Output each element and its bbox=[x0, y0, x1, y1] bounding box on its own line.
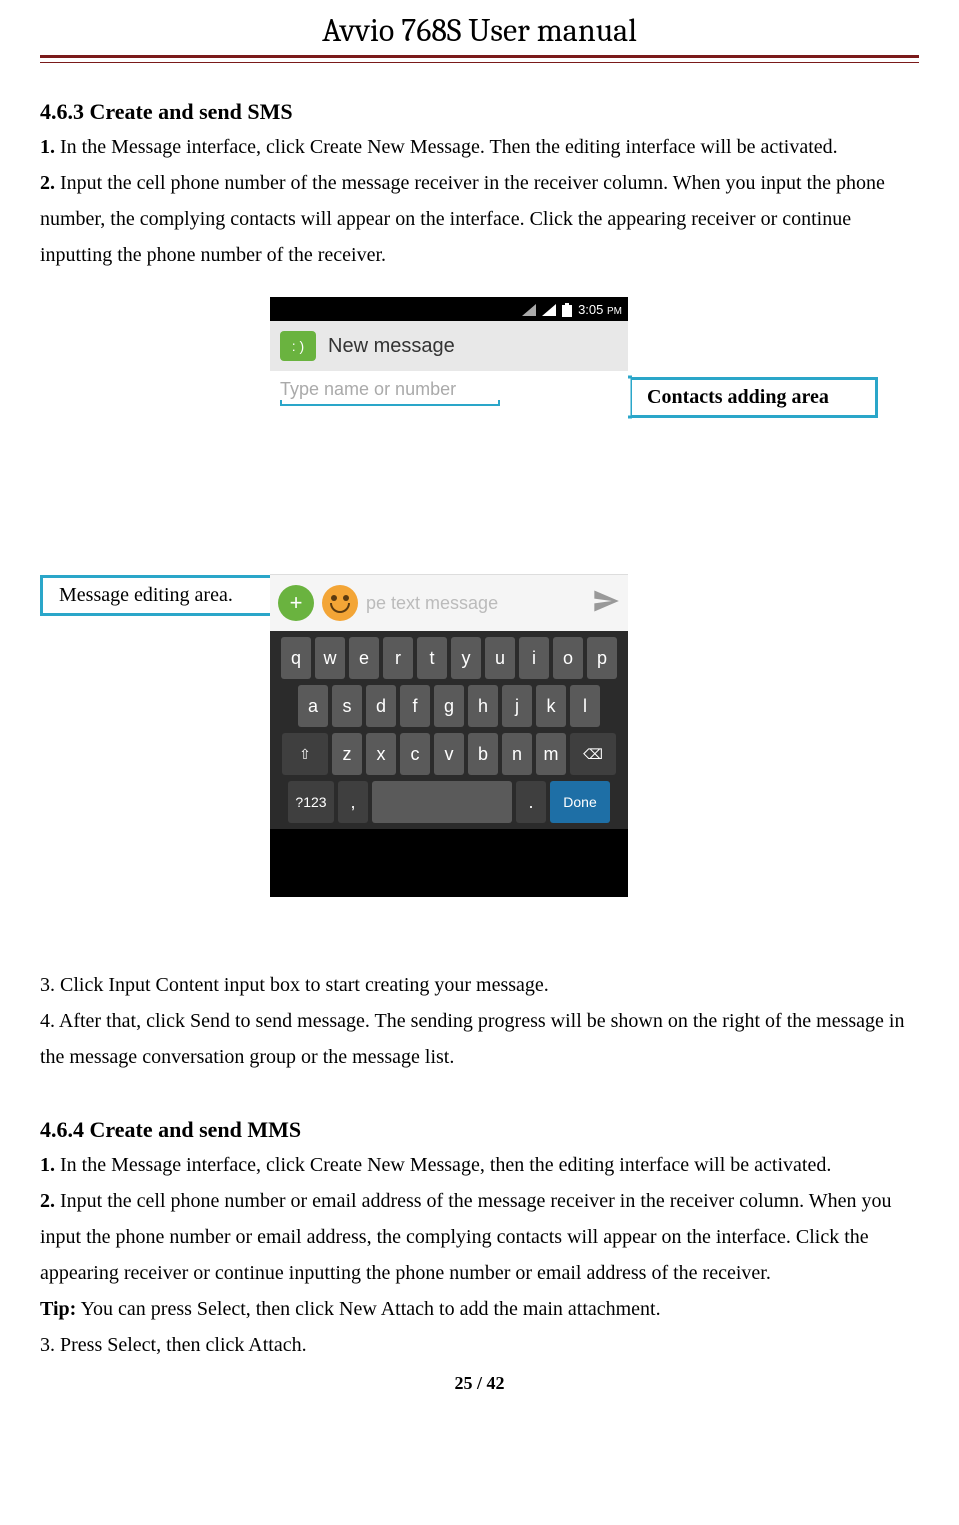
emoji-icon[interactable] bbox=[322, 585, 358, 621]
recipient-field[interactable]: Type name or number bbox=[270, 371, 628, 410]
key-s[interactable]: s bbox=[332, 685, 362, 727]
doc-header-title: Avvio 768S User manual bbox=[40, 12, 919, 49]
keyboard-row: ⇧ z x c v b n m ⌫ bbox=[274, 733, 624, 775]
mms-tip: Tip: You can press Select, then click Ne… bbox=[40, 1291, 919, 1327]
key-x[interactable]: x bbox=[366, 733, 396, 775]
app-bar: : ) New message bbox=[270, 321, 628, 371]
mms-step-1: 1. In the Message interface, click Creat… bbox=[40, 1147, 919, 1183]
key-q[interactable]: q bbox=[281, 637, 311, 679]
keyboard-row: a s d f g h j k l bbox=[274, 685, 624, 727]
key-w[interactable]: w bbox=[315, 637, 345, 679]
key-c[interactable]: c bbox=[400, 733, 430, 775]
status-time: 3:05 PM bbox=[578, 302, 622, 317]
callout-contacts-adding: Contacts adding area bbox=[628, 377, 878, 418]
attach-add-icon[interactable]: + bbox=[278, 585, 314, 621]
key-v[interactable]: v bbox=[434, 733, 464, 775]
key-g[interactable]: g bbox=[434, 685, 464, 727]
phone-screenshot: 3:05 PM : ) New message Type name or num… bbox=[270, 297, 628, 897]
tip-label: Tip: bbox=[40, 1298, 76, 1320]
tip-text: You can press Select, then click New Att… bbox=[76, 1298, 660, 1320]
key-l[interactable]: l bbox=[570, 685, 600, 727]
key-a[interactable]: a bbox=[298, 685, 328, 727]
key-shift[interactable]: ⇧ bbox=[282, 733, 328, 775]
step-text: In the Message interface, click Create N… bbox=[55, 136, 838, 158]
send-button[interactable] bbox=[584, 587, 628, 620]
key-u[interactable]: u bbox=[485, 637, 515, 679]
sms-step-4: 4. After that, click Send to send messag… bbox=[40, 1003, 919, 1075]
key-h[interactable]: h bbox=[468, 685, 498, 727]
signal-icon bbox=[522, 302, 536, 317]
step-text: Input the cell phone number or email add… bbox=[40, 1190, 892, 1284]
key-period[interactable]: . bbox=[516, 781, 546, 823]
keyboard-row: ?123 , . Done bbox=[274, 781, 624, 823]
document-page: Avvio 768S User manual 4.6.3 Create and … bbox=[0, 12, 959, 1424]
section-sms-title: 4.6.3 Create and send SMS bbox=[40, 99, 919, 125]
key-comma[interactable]: , bbox=[338, 781, 368, 823]
key-done[interactable]: Done bbox=[550, 781, 610, 823]
step-number: 1. bbox=[40, 136, 55, 158]
on-screen-keyboard: q w e r t y u i o p a s d f g h bbox=[270, 631, 628, 829]
key-d[interactable]: d bbox=[366, 685, 396, 727]
step-number: 1. bbox=[40, 1154, 55, 1176]
battery-icon bbox=[562, 301, 572, 317]
messaging-app-icon: : ) bbox=[280, 331, 316, 361]
key-symbols[interactable]: ?123 bbox=[288, 781, 334, 823]
key-f[interactable]: f bbox=[400, 685, 430, 727]
compose-placeholder[interactable]: pe text message bbox=[366, 593, 584, 614]
key-b[interactable]: b bbox=[468, 733, 498, 775]
step-number: 2. bbox=[40, 172, 55, 194]
key-t[interactable]: t bbox=[417, 637, 447, 679]
key-space[interactable] bbox=[372, 781, 512, 823]
app-bar-title: New message bbox=[328, 335, 455, 358]
key-o[interactable]: o bbox=[553, 637, 583, 679]
key-m[interactable]: m bbox=[536, 733, 566, 775]
step-number: 2. bbox=[40, 1190, 55, 1212]
key-r[interactable]: r bbox=[383, 637, 413, 679]
step-text: In the Message interface, click Create N… bbox=[55, 1154, 831, 1176]
input-underline bbox=[280, 404, 500, 406]
key-p[interactable]: p bbox=[587, 637, 617, 679]
compose-row: + pe text message bbox=[270, 574, 628, 631]
step-text: Input the cell phone number of the messa… bbox=[40, 172, 885, 266]
mms-step-2: 2. Input the cell phone number or email … bbox=[40, 1183, 919, 1291]
key-e[interactable]: e bbox=[349, 637, 379, 679]
sms-step-1: 1. In the Message interface, click Creat… bbox=[40, 129, 919, 165]
page-number: 25 / 42 bbox=[40, 1373, 919, 1394]
callout-message-editing: Message editing area. bbox=[40, 575, 290, 616]
key-k[interactable]: k bbox=[536, 685, 566, 727]
key-n[interactable]: n bbox=[502, 733, 532, 775]
section-mms-title: 4.6.4 Create and send MMS bbox=[40, 1117, 919, 1143]
key-i[interactable]: i bbox=[519, 637, 549, 679]
key-j[interactable]: j bbox=[502, 685, 532, 727]
header-rule bbox=[40, 55, 919, 63]
key-z[interactable]: z bbox=[332, 733, 362, 775]
key-backspace[interactable]: ⌫ bbox=[570, 733, 616, 775]
key-y[interactable]: y bbox=[451, 637, 481, 679]
sms-step-2: 2. Input the cell phone number of the me… bbox=[40, 165, 919, 273]
status-bar: 3:05 PM bbox=[270, 297, 628, 321]
mms-step-3: 3. Press Select, then click Attach. bbox=[40, 1327, 919, 1363]
keyboard-row: q w e r t y u i o p bbox=[274, 637, 624, 679]
message-body-area bbox=[270, 410, 628, 574]
recipient-placeholder: Type name or number bbox=[280, 379, 618, 400]
signal-icon bbox=[542, 302, 556, 317]
sms-step-3: 3. Click Input Content input box to star… bbox=[40, 967, 919, 1003]
screenshot-figure: Message editing area. Contacts adding ar… bbox=[40, 297, 919, 927]
